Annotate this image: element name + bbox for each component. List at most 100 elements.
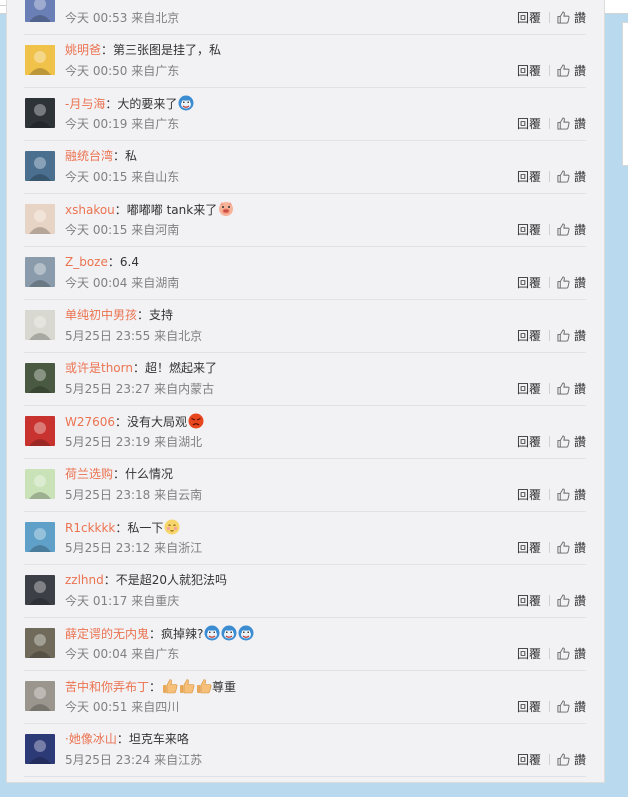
reply-button[interactable]: 回覆 <box>517 329 541 343</box>
thumbs-up-icon <box>557 11 570 24</box>
reply-button[interactable]: 回覆 <box>517 435 541 449</box>
comment-text: ：6.4 <box>107 255 139 269</box>
comment-username-link[interactable]: W27606 <box>65 415 115 429</box>
avatar[interactable] <box>25 151 55 181</box>
reply-button[interactable]: 回覆 <box>517 170 541 184</box>
reply-button[interactable]: 回覆 <box>517 223 541 237</box>
reply-button[interactable]: 回覆 <box>517 753 541 767</box>
comment-time: 今天 00:04 <box>65 276 128 290</box>
comment-username-link[interactable]: zzlhnd <box>65 573 104 587</box>
like-button[interactable]: 讚 <box>557 117 586 131</box>
avatar[interactable] <box>25 681 55 711</box>
reply-button[interactable]: 回覆 <box>517 64 541 78</box>
like-label: 讚 <box>573 382 586 396</box>
comment-actions: 回覆 讚 <box>517 488 586 502</box>
comment-username-link[interactable]: -月与海 <box>65 97 105 111</box>
comment-location: 来自江苏 <box>154 753 203 767</box>
action-divider <box>548 648 550 659</box>
reply-button[interactable]: 回覆 <box>517 700 541 714</box>
comment-item: zzlhnd：不是超20人就犯法吗 今天 01:17 来自重庆 回覆 讚 <box>24 565 586 618</box>
like-label: 讚 <box>573 488 586 502</box>
comment-meta: 今天 00:53 来自北京 <box>65 11 179 25</box>
thumbs-up-icon <box>557 64 570 77</box>
avatar[interactable] <box>25 363 55 393</box>
reply-button[interactable]: 回覆 <box>517 647 541 661</box>
avatar[interactable] <box>25 204 55 234</box>
comment-item: 荷兰选购：什么情况 5月25日 23:18 来自云南 回覆 讚 <box>24 459 586 512</box>
like-button[interactable]: 讚 <box>557 64 586 78</box>
comment-username-link[interactable]: R1ckkkk <box>65 521 115 535</box>
like-button[interactable]: 讚 <box>557 382 586 396</box>
avatar[interactable] <box>25 45 55 75</box>
comment-time: 5月25日 23:19 <box>65 435 151 449</box>
thumbs-up-icon <box>557 435 570 448</box>
comment-text-line: 薛定谔的无内鬼：疯掉辣? <box>65 625 254 642</box>
comment-item: 或许是thorn：超！燃起来了 5月25日 23:27 来自内蒙古 回覆 讚 <box>24 353 586 406</box>
avatar[interactable] <box>25 416 55 446</box>
action-divider <box>548 595 550 606</box>
like-button[interactable]: 讚 <box>557 753 586 767</box>
like-button[interactable]: 讚 <box>557 170 586 184</box>
comment-text-line: W27606：没有大局观 <box>65 413 204 430</box>
avatar[interactable] <box>25 257 55 287</box>
comment-username-link[interactable]: 或许是thorn <box>65 361 133 375</box>
comment-item: Z_boze：6.4 今天 00:04 来自湖南 回覆 讚 <box>24 247 586 300</box>
avatar[interactable] <box>25 628 55 658</box>
thumbs-up-icon <box>557 329 570 342</box>
like-button[interactable]: 讚 <box>557 700 586 714</box>
reply-button[interactable]: 回覆 <box>517 276 541 290</box>
thumbs-up-emoji-icon <box>196 678 212 694</box>
comment-text: ：私一下 <box>115 521 164 535</box>
thumbs-up-icon <box>557 594 570 607</box>
avatar[interactable] <box>25 0 55 22</box>
reply-button[interactable]: 回覆 <box>517 541 541 555</box>
reply-button[interactable]: 回覆 <box>517 594 541 608</box>
like-button[interactable]: 讚 <box>557 435 586 449</box>
like-button[interactable]: 讚 <box>557 11 586 25</box>
comment-time: 5月25日 23:27 <box>65 382 151 396</box>
shy-emoji-icon <box>164 519 180 535</box>
comment-meta: 5月25日 23:12 来自浙江 <box>65 541 202 555</box>
avatar[interactable] <box>25 575 55 605</box>
like-button[interactable]: 讚 <box>557 594 586 608</box>
like-button[interactable]: 讚 <box>557 541 586 555</box>
comment-username-link[interactable]: ·她像冰山 <box>65 732 117 746</box>
comment-meta: 今天 01:17 来自重庆 <box>65 594 179 608</box>
comment-username-link[interactable]: xshakou <box>65 203 115 217</box>
like-button[interactable]: 讚 <box>557 223 586 237</box>
thumbs-up-icon <box>557 647 570 660</box>
comment-username-link[interactable]: 荷兰选购 <box>65 467 113 481</box>
avatar[interactable] <box>25 98 55 128</box>
comment-username-link[interactable]: 姚明爸 <box>65 43 101 57</box>
comment-item: ·她像冰山：坦克车来咯 5月25日 23:24 来自江苏 回覆 讚 <box>24 724 586 777</box>
comment-username-link[interactable]: 苦中和你弄布丁 <box>65 680 149 694</box>
comment-text-line: 或许是thorn：超！燃起来了 <box>65 360 217 376</box>
comment-actions: 回覆 讚 <box>517 541 586 555</box>
reply-button[interactable]: 回覆 <box>517 11 541 25</box>
doge-emoji-icon <box>204 625 220 641</box>
comment-text: ：嘟嘟嘟 tank来了 <box>114 203 218 217</box>
like-button[interactable]: 讚 <box>557 647 586 661</box>
comment-username-link[interactable]: 融统台湾 <box>65 149 113 163</box>
comment-username-link[interactable]: Z_boze <box>65 255 108 269</box>
reply-button[interactable]: 回覆 <box>517 117 541 131</box>
reply-button[interactable]: 回覆 <box>517 382 541 396</box>
like-button[interactable]: 讚 <box>557 329 586 343</box>
like-button[interactable]: 讚 <box>557 488 586 502</box>
comment-time: 今天 00:15 <box>65 223 128 237</box>
action-divider <box>548 436 550 447</box>
comment-location: 来自四川 <box>131 700 180 714</box>
comment-item: 单纯初中男孩：支持 5月25日 23:55 来自北京 回覆 讚 <box>24 300 586 353</box>
comment-username-link[interactable]: 单纯初中男孩 <box>65 308 137 322</box>
comment-username-link[interactable]: 薛定谔的无内鬼 <box>65 627 149 641</box>
avatar[interactable] <box>25 469 55 499</box>
avatar[interactable] <box>25 310 55 340</box>
like-button[interactable]: 讚 <box>557 276 586 290</box>
reply-button[interactable]: 回覆 <box>517 488 541 502</box>
avatar[interactable] <box>25 734 55 764</box>
thumbs-up-icon <box>557 753 570 766</box>
comment-item: 今天 00:53 来自北京 回覆 讚 <box>24 0 586 35</box>
comment-text-suffix: 尊重 <box>212 680 237 694</box>
avatar[interactable] <box>25 522 55 552</box>
comment-actions: 回覆 讚 <box>517 594 586 608</box>
